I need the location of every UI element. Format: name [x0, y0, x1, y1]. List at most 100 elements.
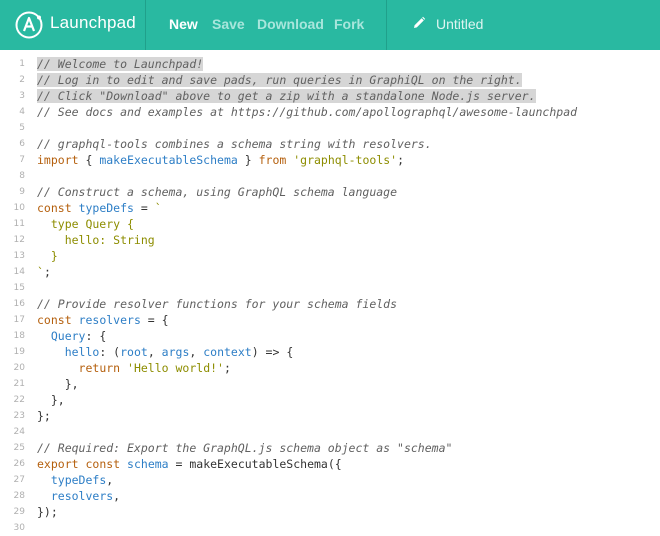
code-token: Query: [50, 329, 86, 343]
code-line[interactable]: 10 const typeDefs = `: [0, 200, 660, 216]
code-line[interactable]: 18 Query: {: [0, 328, 660, 344]
code-token: context: [203, 345, 252, 359]
line-text: // Required: Export the GraphQL.js schem…: [37, 440, 452, 456]
code-line[interactable]: 17 const resolvers = {: [0, 312, 660, 328]
line-text: },: [37, 376, 79, 392]
code-token: typeDefs: [78, 201, 134, 215]
download-button[interactable]: Download: [257, 16, 324, 32]
code-token: }: [37, 249, 58, 263]
code-token: : (: [99, 345, 121, 359]
code-line[interactable]: 12 hello: String: [0, 232, 660, 248]
code-token: =: [133, 201, 155, 215]
code-token: hello: String: [37, 233, 155, 247]
code-token: ,: [147, 345, 162, 359]
code-line[interactable]: 27 typeDefs,: [0, 472, 660, 488]
code-line[interactable]: 20 return 'Hello world!';: [0, 360, 660, 376]
line-text: // Click "Download" above to get a zip w…: [37, 88, 536, 104]
line-number: 11: [13, 219, 25, 229]
code-token: resolvers: [78, 313, 141, 327]
line-number: 9: [19, 187, 25, 197]
code-line[interactable]: 3 // Click "Download" above to get a zip …: [0, 88, 660, 104]
line-number: 16: [13, 299, 25, 309]
code-line[interactable]: 14 `;: [0, 264, 660, 280]
code-line[interactable]: 24: [0, 424, 660, 440]
code-token: ,: [113, 489, 121, 503]
code-token: : {: [85, 329, 107, 343]
line-number: 18: [13, 331, 25, 341]
code-token: // graphql-tools combines a schema strin…: [37, 137, 432, 151]
code-line[interactable]: 26 export const schema = makeExecutableSc…: [0, 456, 660, 472]
line-number: 8: [19, 171, 25, 181]
code-token: 'Hello world!': [127, 361, 224, 375]
fork-button[interactable]: Fork: [334, 16, 364, 32]
code-line[interactable]: 28 resolvers,: [0, 488, 660, 504]
code-editor[interactable]: 1 // Welcome to Launchpad! 2 // Log in to e…: [0, 50, 660, 533]
line-text: const typeDefs = `: [37, 200, 162, 216]
code-line[interactable]: 6 // graphql-tools combines a schema stri…: [0, 136, 660, 152]
code-token: export: [37, 457, 79, 471]
code-line[interactable]: 11 type Query {: [0, 216, 660, 232]
logo[interactable]: Launchpad: [0, 0, 145, 50]
new-button[interactable]: New: [169, 16, 198, 32]
code-line[interactable]: 1 // Welcome to Launchpad!: [0, 56, 660, 72]
code-token: import: [37, 153, 79, 167]
code-line[interactable]: 4 // See docs and examples at https://git…: [0, 104, 660, 120]
line-number: 21: [13, 379, 25, 389]
line-text: hello: (root, args, context) => {: [37, 344, 294, 360]
code-token: };: [37, 409, 51, 423]
pencil-icon[interactable]: [412, 16, 426, 30]
line-text: import { makeExecutableSchema } from 'gr…: [37, 152, 404, 168]
code-token: `: [154, 201, 162, 215]
line-number: 19: [13, 347, 25, 357]
line-number: 5: [19, 123, 25, 133]
code-line[interactable]: 2 // Log in to edit and save pads, run qu…: [0, 72, 660, 88]
code-line[interactable]: 21 },: [0, 376, 660, 392]
code-line[interactable]: 5: [0, 120, 660, 136]
code-token: ) => {: [251, 345, 294, 359]
top-bar: Launchpad New Save Download Fork Untitle…: [0, 0, 660, 50]
code-token: resolvers: [50, 489, 114, 503]
line-text: Query: {: [37, 328, 106, 344]
save-button[interactable]: Save: [212, 16, 245, 32]
line-text: });: [37, 504, 58, 520]
line-text: resolvers,: [37, 488, 120, 504]
line-text: // graphql-tools combines a schema strin…: [37, 136, 432, 152]
code-token: ;: [43, 265, 51, 279]
header-divider: [386, 0, 387, 50]
line-number: 29: [13, 507, 25, 517]
line-number: 12: [13, 235, 25, 245]
pad-title[interactable]: Untitled: [436, 16, 483, 32]
code-token: // Construct a schema, using GraphQL sch…: [37, 185, 398, 199]
code-token: from: [258, 153, 287, 167]
code-line[interactable]: 30: [0, 520, 660, 536]
line-number: 22: [13, 395, 25, 405]
code-line[interactable]: 9 // Construct a schema, using GraphQL sc…: [0, 184, 660, 200]
code-line[interactable]: 22 },: [0, 392, 660, 408]
code-token: typeDefs: [50, 473, 107, 487]
code-token: return: [78, 361, 121, 375]
code-line[interactable]: 13 }: [0, 248, 660, 264]
code-token: },: [37, 393, 65, 407]
code-token: const: [85, 457, 121, 471]
line-number: 2: [19, 75, 25, 85]
line-number: 10: [13, 203, 25, 213]
app-name: Launchpad: [50, 13, 136, 32]
code-token: // Welcome to Launchpad!: [37, 57, 204, 71]
line-number: 24: [13, 427, 25, 437]
line-number: 15: [13, 283, 25, 293]
code-line[interactable]: 19 hello: (root, args, context) => {: [0, 344, 660, 360]
code-line[interactable]: 29});: [0, 504, 660, 520]
code-line[interactable]: 8: [0, 168, 660, 184]
code-line[interactable]: 15: [0, 280, 660, 296]
code-line[interactable]: 25 // Required: Export the GraphQL.js sch…: [0, 440, 660, 456]
code-line[interactable]: 7 import { makeExecutableSchema } from 'g…: [0, 152, 660, 168]
code-line[interactable]: 23};: [0, 408, 660, 424]
line-number: 4: [19, 107, 25, 117]
line-text: `;: [37, 264, 51, 280]
code-token: // Log in to edit and save pads, run que…: [37, 73, 522, 87]
code-token: 'graphql-tools': [293, 153, 398, 167]
code-token: // Click "Download" above to get a zip w…: [37, 89, 536, 103]
code-line[interactable]: 16 // Provide resolver functions for your…: [0, 296, 660, 312]
